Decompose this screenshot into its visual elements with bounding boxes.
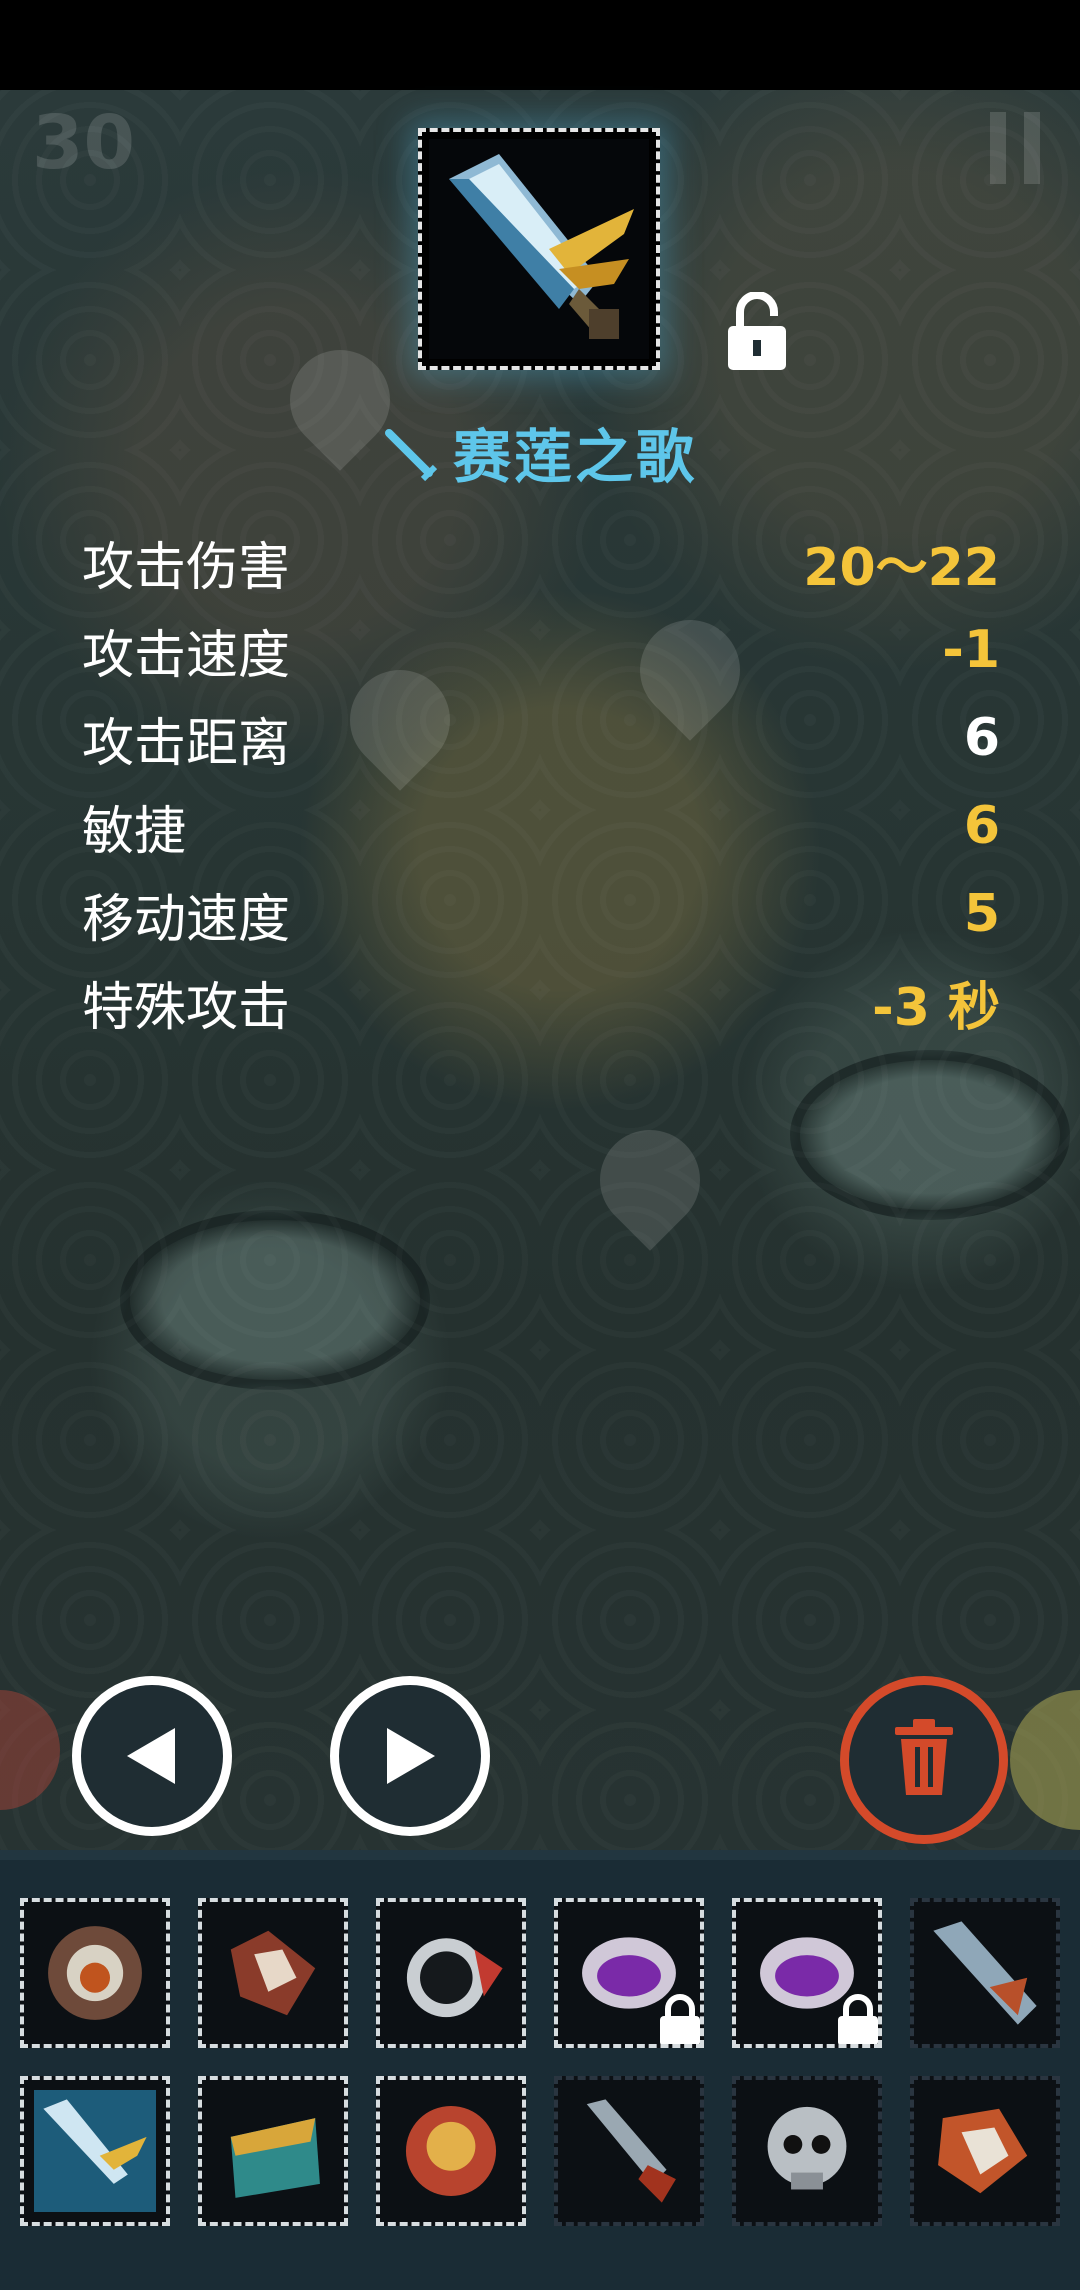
portal-circle: [790, 1050, 1070, 1220]
stat-label: 攻击距离: [82, 713, 291, 774]
sword-type-icon: [384, 429, 438, 482]
portal-circle: [120, 1210, 430, 1390]
previous-item-button[interactable]: [72, 1676, 232, 1836]
stat-row-attack-range: 攻击距离 6: [82, 694, 1000, 782]
item-stats-list: 攻击伤害 20～22 攻击速度 -1 攻击距离 6 敏捷 6 移动速度 5 特殊…: [82, 518, 1000, 1046]
inventory-slot[interactable]: [376, 2076, 526, 2226]
inventory-grid: [0, 1850, 1080, 2290]
inventory-slot[interactable]: [198, 2076, 348, 2226]
stat-label: 特殊攻击: [82, 977, 291, 1038]
previous-arrow-icon: [127, 1728, 175, 1784]
dagger-item-icon: [586, 2099, 676, 2203]
item-name: 赛莲之歌: [452, 423, 697, 491]
delete-item-button[interactable]: [840, 1676, 1008, 1844]
stat-row-attack-damage: 攻击伤害 20～22: [82, 518, 1000, 606]
inventory-slot[interactable]: [732, 2076, 882, 2226]
pause-icon[interactable]: [990, 112, 1040, 184]
claw-item-icon: [230, 1930, 316, 2016]
stat-value: 6: [963, 708, 1000, 768]
inventory-slot[interactable]: [910, 1898, 1060, 2048]
inventory-slot[interactable]: [732, 1898, 882, 2048]
chest-item-icon: [230, 2118, 320, 2198]
selected-item-frame: [418, 128, 660, 370]
inventory-slot[interactable]: [554, 1898, 704, 2048]
sword-item-icon: [34, 2090, 156, 2212]
inventory-slot[interactable]: [20, 1898, 170, 2048]
next-item-button[interactable]: [330, 1676, 490, 1836]
stat-row-agility: 敏捷 6: [82, 782, 1000, 870]
stat-value: -3 秒: [872, 977, 1000, 1038]
stat-value: 6: [963, 796, 1000, 856]
axe-item-icon: [938, 2108, 1028, 2194]
inventory-slot[interactable]: [376, 1898, 526, 2048]
stat-label: 攻击速度: [82, 625, 291, 686]
helmet-item-icon: [406, 1938, 503, 2018]
stat-row-move-speed: 移动速度 5: [82, 870, 1000, 958]
unlock-icon[interactable]: [728, 292, 786, 370]
inventory-slot[interactable]: [198, 1898, 348, 2048]
inventory-slot[interactable]: [910, 2076, 1060, 2226]
banana-marker-icon[interactable]: [579, 1109, 721, 1251]
stat-row-special-attack: 特殊攻击 -3 秒: [82, 958, 1000, 1046]
sword-item-icon: [429, 139, 649, 359]
trash-icon: [895, 1719, 953, 1795]
stat-row-attack-speed: 攻击速度 -1: [82, 606, 1000, 694]
next-arrow-icon: [387, 1728, 435, 1784]
status-bar: [0, 0, 1080, 90]
stat-value: 5: [963, 884, 1000, 944]
stat-label: 攻击伤害: [82, 537, 291, 598]
inventory-slot[interactable]: [20, 2076, 170, 2226]
blade-item-icon: [933, 1921, 1037, 2025]
stat-value: -1: [942, 620, 1000, 680]
lock-icon: [660, 1994, 700, 2044]
inventory-slot[interactable]: [554, 2076, 704, 2226]
stat-label: 敏捷: [82, 801, 187, 862]
crest-item-icon: [405, 2105, 497, 2197]
wave-counter: 30: [32, 100, 135, 186]
item-name-heading: 赛莲之歌: [0, 410, 1080, 494]
lock-icon: [838, 1994, 878, 2044]
stat-label: 移动速度: [82, 889, 291, 950]
skull-item-icon: [767, 2106, 847, 2190]
armor-item-icon: [48, 1926, 142, 2020]
stat-value: 20～22: [803, 537, 1000, 598]
